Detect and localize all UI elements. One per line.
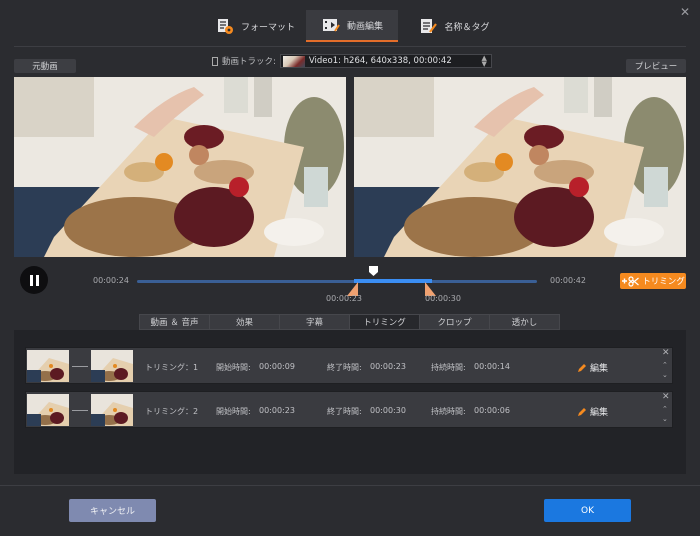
clip-end-time: 00:00:30	[370, 406, 406, 415]
pause-button[interactable]	[20, 266, 48, 294]
subtab-effects[interactable]: 効果	[209, 314, 280, 330]
close-icon[interactable]: ✕	[680, 6, 690, 18]
subtab-trimming[interactable]: トリミング	[349, 314, 420, 330]
select-arrows-icon: ▲ ▼	[481, 54, 487, 68]
source-video-label: 元動画	[14, 59, 76, 73]
trim-clip-row[interactable]: トリミング：1 開始時間: 00:00:09 終了時間: 00:00:23 持続…	[25, 347, 673, 384]
pause-bar-left	[29, 274, 33, 286]
clip-duration: 00:00:06	[474, 406, 510, 415]
clip-edit-button[interactable]: 編集	[577, 405, 608, 418]
clip-end-thumbnail	[91, 394, 133, 426]
move-up-icon[interactable]: ⌃	[662, 405, 668, 413]
tab-name-tag[interactable]: 名称＆タグ	[408, 10, 500, 42]
tab-video-edit-label: 動画編集	[346, 21, 383, 32]
video-track-select[interactable]: Video1: h264, 640x338, 00:00:42 ▲ ▼	[279, 54, 492, 68]
move-down-icon[interactable]: ⌄	[662, 415, 668, 423]
clip-start-thumbnail	[27, 394, 69, 426]
subtab-subtitles[interactable]: 字幕	[279, 314, 350, 330]
track-thumbnail	[282, 55, 305, 67]
pause-bar-right	[35, 274, 39, 286]
clip-duration-label: 持続時間:	[431, 407, 466, 416]
cancel-button[interactable]: キャンセル	[69, 499, 156, 522]
video-track-row: 動画トラック: Video1: h264, 640x338, 00:00:42 …	[212, 53, 492, 69]
move-up-icon[interactable]: ⌃	[662, 361, 668, 369]
video-track-label: 動画トラック:	[222, 57, 276, 67]
clip-duration: 00:00:14	[474, 362, 510, 371]
clip-start-thumbnail	[27, 350, 69, 382]
current-time: 00:00:24	[93, 276, 129, 285]
clip-name: トリミング：1	[145, 363, 199, 372]
clip-duration-label: 持続時間:	[431, 363, 466, 372]
video-edit-icon	[322, 19, 340, 32]
total-time: 00:00:42	[550, 276, 586, 285]
clip-end-thumbnail	[91, 350, 133, 382]
tab-video-edit[interactable]: 動画編集	[306, 10, 398, 42]
clip-delete-icon[interactable]: ✕	[662, 392, 670, 402]
trim-clip-row[interactable]: トリミング：2 開始時間: 00:00:23 終了時間: 00:00:30 持続…	[25, 391, 673, 428]
edit-subtabs: 動画 ＆ 音声 効果 字幕 トリミング クロップ 透かし	[139, 314, 560, 330]
clip-end-time: 00:00:23	[370, 362, 406, 371]
format-icon	[217, 19, 233, 34]
pencil-icon	[578, 407, 586, 416]
tab-format-label: フォーマット	[240, 22, 295, 33]
clip-name: トリミング：2	[145, 407, 199, 416]
move-down-icon[interactable]: ⌄	[662, 371, 668, 379]
source-video-frame	[14, 77, 346, 257]
food-scene-image	[14, 77, 346, 257]
clip-edit-label: 編集	[590, 364, 609, 374]
preview-label: プレビュー	[626, 59, 686, 73]
track-file-icon	[212, 56, 218, 66]
trim-button[interactable]: トリミング	[620, 273, 686, 289]
clip-delete-icon[interactable]: ✕	[662, 348, 670, 358]
ok-button[interactable]: OK	[544, 499, 631, 522]
clip-edit-button[interactable]: 編集	[577, 361, 608, 374]
preview-video-frame	[354, 77, 686, 257]
selection-end-time: 00:00:30	[425, 294, 461, 303]
playhead-marker-icon[interactable]	[369, 266, 378, 276]
selection-start-time: 00:00:23	[326, 294, 362, 303]
subtab-crop[interactable]: クロップ	[419, 314, 490, 330]
clip-start-label: 開始時間:	[216, 407, 251, 416]
video-track-value: Video1: h264, 640x338, 00:00:42	[308, 56, 452, 66]
tab-name-tag-label: 名称＆タグ	[444, 22, 490, 33]
name-tag-icon	[421, 19, 438, 33]
food-scene-preview-image	[354, 77, 686, 257]
clip-start-time: 00:00:23	[259, 406, 295, 415]
tab-format[interactable]: フォーマット	[205, 10, 305, 42]
clip-edit-label: 編集	[590, 408, 609, 418]
clip-range-dash	[72, 410, 88, 411]
clip-end-label: 終了時間:	[327, 363, 362, 372]
top-bar: フォーマット 動画編集 名称＆タグ ✕	[0, 0, 700, 44]
clip-start-time: 00:00:09	[259, 362, 295, 371]
timeline-track[interactable]	[137, 266, 537, 296]
timeline-selection	[354, 279, 432, 283]
clip-range-dash	[72, 366, 88, 367]
subtab-watermark[interactable]: 透かし	[489, 314, 560, 330]
pencil-icon	[578, 363, 586, 372]
subtab-video-audio[interactable]: 動画 ＆ 音声	[139, 314, 210, 330]
scissors-icon	[622, 275, 640, 287]
clip-start-label: 開始時間:	[216, 363, 251, 372]
trim-button-label: トリミング	[642, 277, 685, 287]
clip-end-label: 終了時間:	[327, 407, 362, 416]
